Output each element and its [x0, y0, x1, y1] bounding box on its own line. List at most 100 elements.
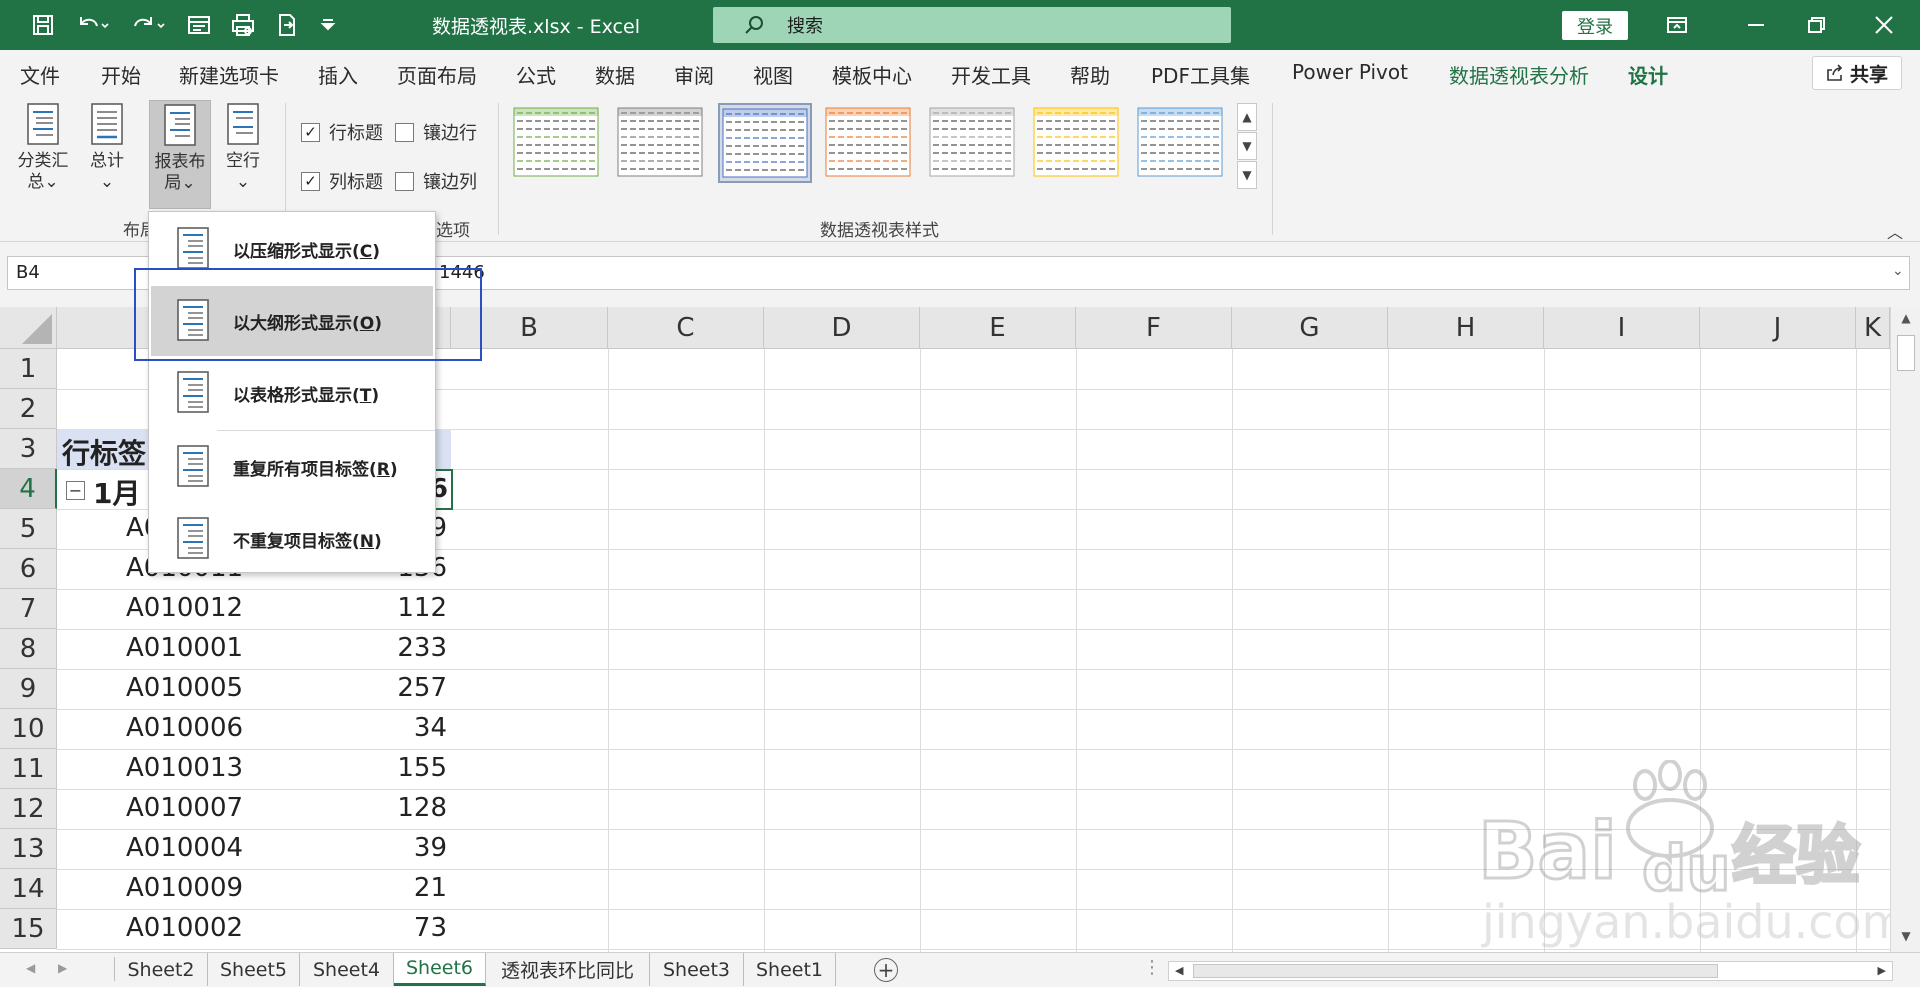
horizontal-scroll-thumb[interactable]: [1193, 964, 1718, 978]
select-all-button[interactable]: [0, 307, 57, 349]
row-header-10[interactable]: 10: [0, 709, 57, 749]
row-label-cell[interactable]: A010007: [126, 793, 243, 823]
row-label-cell[interactable]: A010012: [126, 593, 243, 623]
pivot-row-labels-header[interactable]: 行标签: [62, 432, 146, 472]
row-header-1[interactable]: 1: [0, 349, 57, 389]
tab-pivottable-analyze[interactable]: 数据透视表分析: [1449, 60, 1589, 89]
value-cell[interactable]: 257: [317, 673, 447, 703]
tab-data[interactable]: 数据: [595, 60, 635, 89]
scroll-down-icon[interactable]: ▼: [1896, 929, 1916, 949]
share-button[interactable]: 共享: [1812, 56, 1902, 90]
row-headers-checkbox[interactable]: ✓ 行标题: [301, 119, 383, 145]
redo-icon[interactable]: [126, 8, 170, 42]
horizontal-scrollbar[interactable]: ◀ ▶: [1168, 961, 1893, 981]
search-box[interactable]: 搜索: [713, 7, 1231, 43]
sheet-tab-sheet5[interactable]: Sheet5: [208, 953, 300, 986]
export-icon[interactable]: [270, 8, 304, 42]
formula-input[interactable]: 1446: [430, 256, 1910, 290]
tab-home[interactable]: 开始: [101, 60, 141, 89]
value-cell[interactable]: 112: [317, 593, 447, 623]
value-cell[interactable]: 21: [317, 873, 447, 903]
column-header-c[interactable]: C: [608, 307, 764, 349]
row-label-cell[interactable]: A010006: [126, 713, 243, 743]
tab-help[interactable]: 帮助: [1070, 60, 1110, 89]
report-layout-button[interactable]: 报表布 局⌄: [149, 100, 211, 209]
report-layout-option-n[interactable]: 不重复项目标签(N): [151, 504, 433, 574]
collapse-ribbon-icon[interactable]: ︿: [1887, 219, 1903, 243]
row-header-12[interactable]: 12: [0, 789, 57, 829]
vertical-scroll-thumb[interactable]: [1897, 335, 1915, 371]
collapse-group-icon[interactable]: −: [66, 481, 85, 500]
tab-pdf-tools[interactable]: PDF工具集: [1151, 60, 1250, 89]
sheet-tab-sheet2[interactable]: Sheet2: [115, 953, 208, 986]
tab-insert[interactable]: 插入: [318, 60, 358, 89]
row-header-14[interactable]: 14: [0, 869, 57, 909]
row-header-8[interactable]: 8: [0, 629, 57, 669]
print-preview-icon[interactable]: [226, 8, 260, 42]
gallery-down-icon[interactable]: ▼: [1237, 132, 1257, 160]
row-label-cell[interactable]: A010005: [126, 673, 243, 703]
ribbon-display-options-icon[interactable]: [1657, 8, 1697, 42]
pivot-style-5[interactable]: [926, 103, 1020, 183]
sheet-tab-sheet1[interactable]: Sheet1: [744, 953, 836, 986]
close-icon[interactable]: [1864, 8, 1904, 42]
scroll-left-icon[interactable]: ◀: [1175, 964, 1183, 977]
tab-view[interactable]: 视图: [753, 60, 793, 89]
row-label-cell[interactable]: A010004: [126, 833, 243, 863]
value-cell[interactable]: 73: [317, 913, 447, 943]
column-header-k[interactable]: K: [1856, 307, 1890, 349]
row-label-cell[interactable]: A010013: [126, 753, 243, 783]
tab-power-pivot[interactable]: Power Pivot: [1292, 60, 1408, 84]
scroll-right-icon[interactable]: ▶: [1878, 964, 1886, 977]
sheet-tab-pivot-comparison[interactable]: 透视表环比同比: [486, 953, 650, 986]
tab-design[interactable]: 设计: [1628, 60, 1668, 98]
vertical-scrollbar[interactable]: ▲ ▼: [1890, 307, 1920, 952]
subtotals-button[interactable]: 分类汇 总⌄: [12, 103, 74, 203]
blank-rows-button[interactable]: 空行 ⌄: [218, 103, 268, 203]
grand-totals-button[interactable]: 总计 ⌄: [82, 103, 132, 203]
tab-page-layout[interactable]: 页面布局: [397, 60, 477, 89]
restore-icon[interactable]: [1796, 8, 1836, 42]
value-cell[interactable]: 155: [317, 753, 447, 783]
value-cell[interactable]: 233: [317, 633, 447, 663]
report-layout-option-r[interactable]: 重复所有项目标签(R): [151, 432, 433, 502]
save-icon[interactable]: [26, 8, 60, 42]
value-cell[interactable]: 128: [317, 793, 447, 823]
column-header-g[interactable]: G: [1232, 307, 1388, 349]
sheet-tab-sheet4[interactable]: Sheet4: [300, 953, 394, 986]
scroll-up-icon[interactable]: ▲: [1896, 311, 1916, 331]
tab-developer[interactable]: 开发工具: [951, 60, 1031, 89]
tab-formulas[interactable]: 公式: [516, 60, 556, 89]
pivot-style-2[interactable]: [614, 103, 708, 183]
row-label-cell[interactable]: A010002: [126, 913, 243, 943]
row-header-11[interactable]: 11: [0, 749, 57, 789]
sheet-next-icon[interactable]: ▶: [58, 961, 67, 975]
tab-new[interactable]: 新建选项卡: [179, 60, 279, 89]
row-header-6[interactable]: 6: [0, 549, 57, 589]
banded-columns-checkbox[interactable]: 镶边列: [395, 168, 477, 194]
row-label-cell[interactable]: A010009: [126, 873, 243, 903]
customize-toolbar-icon[interactable]: [314, 8, 342, 42]
row-header-2[interactable]: 2: [0, 389, 57, 429]
form-icon[interactable]: [182, 8, 216, 42]
tab-file[interactable]: 文件: [20, 60, 60, 89]
undo-icon[interactable]: [70, 8, 114, 42]
row-label-cell[interactable]: A010001: [126, 633, 243, 663]
group-row-label[interactable]: 1月: [93, 472, 140, 512]
row-header-5[interactable]: 5: [0, 509, 57, 549]
column-header-d[interactable]: D: [764, 307, 920, 349]
column-header-f[interactable]: F: [1076, 307, 1232, 349]
tab-template-center[interactable]: 模板中心: [832, 60, 912, 89]
value-cell[interactable]: 34: [317, 713, 447, 743]
row-header-13[interactable]: 13: [0, 829, 57, 869]
minimize-icon[interactable]: [1736, 8, 1776, 42]
banded-rows-checkbox[interactable]: 镶边行: [395, 119, 477, 145]
value-cell[interactable]: 39: [317, 833, 447, 863]
report-layout-option-t[interactable]: 以表格形式显示(T): [151, 358, 433, 428]
row-header-9[interactable]: 9: [0, 669, 57, 709]
column-headers-checkbox[interactable]: ✓ 列标题: [301, 168, 383, 194]
pivot-style-7[interactable]: [1134, 103, 1228, 183]
column-header-j[interactable]: J: [1700, 307, 1856, 349]
gallery-up-icon[interactable]: ▲: [1237, 103, 1257, 131]
row-header-4[interactable]: 4: [0, 469, 57, 509]
